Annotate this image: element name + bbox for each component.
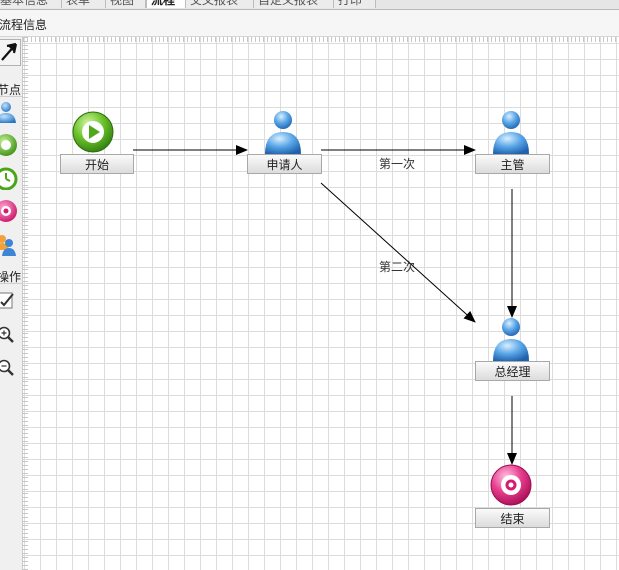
node-applicant-label: 申请人 xyxy=(247,154,322,174)
node-start-label: 开始 xyxy=(60,154,134,174)
edge-applicant-to-manager[interactable] xyxy=(320,182,476,323)
person-icon xyxy=(493,318,529,361)
start-icon xyxy=(72,111,114,153)
end-icon xyxy=(490,464,532,506)
node-end-label: 结束 xyxy=(475,508,550,528)
edge-label-second: 第二次 xyxy=(379,260,416,274)
edge-label-first: 第一次 xyxy=(379,157,416,171)
person-icon xyxy=(265,111,301,154)
node-manager-label: 总经理 xyxy=(475,361,550,381)
node-supervisor-label: 主管 xyxy=(475,154,550,174)
person-icon xyxy=(493,111,529,154)
